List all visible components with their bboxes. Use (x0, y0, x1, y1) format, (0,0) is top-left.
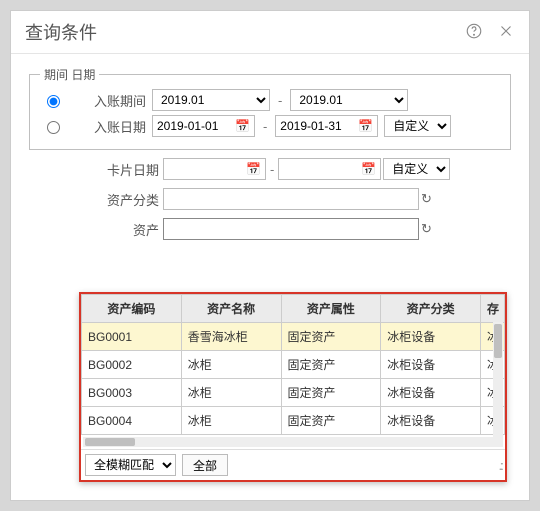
resize-handle-icon[interactable]: ..:: (499, 458, 501, 473)
asset-input[interactable] (163, 218, 419, 240)
dash-icon: - (270, 162, 274, 177)
card-date-from-field[interactable]: 📅 (163, 158, 266, 180)
cell-name: 冰柜 (181, 351, 281, 379)
period-to-select[interactable]: 2019.01 (290, 89, 408, 111)
table-row[interactable]: BG0002冰柜固定资产冰柜设备冰 (82, 351, 505, 379)
cell-code: BG0003 (82, 379, 182, 407)
asset-label: 资产 (29, 220, 159, 239)
asset-class-label: 资产分类 (29, 190, 159, 209)
calendar-icon[interactable]: 📅 (242, 162, 265, 176)
col-ext[interactable]: 存 (481, 295, 505, 323)
cell-attr: 固定资产 (281, 379, 381, 407)
cell-name: 香雪海冰柜 (181, 323, 281, 351)
card-date-from-input[interactable] (164, 159, 242, 179)
date-preset-select[interactable]: 自定义 (384, 115, 451, 137)
all-button[interactable]: 全部 (182, 454, 228, 476)
calendar-icon[interactable]: 📅 (357, 162, 380, 176)
asset-grid: 资产编码 资产名称 资产属性 资产分类 存 BG0001香雪海冰柜固定资产冰柜设… (81, 294, 505, 449)
vertical-scrollbar[interactable] (493, 322, 503, 440)
cell-code: BG0001 (82, 323, 182, 351)
date-to-field[interactable]: 📅 (275, 115, 378, 137)
table-row[interactable]: BG0004冰柜固定资产冰柜设备冰 (82, 407, 505, 435)
cell-code: BG0004 (82, 407, 182, 435)
period-from-select[interactable]: 2019.01 (152, 89, 270, 111)
col-attr[interactable]: 资产属性 (281, 295, 381, 323)
period-legend: 期间 日期 (40, 66, 99, 83)
date-range-radio[interactable] (47, 121, 60, 134)
col-name[interactable]: 资产名称 (181, 295, 281, 323)
period-range-row: 入账期间 2019.01 - 2019.01 (42, 89, 498, 111)
date-from-field[interactable]: 📅 (152, 115, 255, 137)
col-code[interactable]: 资产编码 (82, 295, 182, 323)
asset-class-row: 资产分类 ↻ (29, 188, 511, 210)
cell-code: BG0002 (82, 351, 182, 379)
col-class[interactable]: 资产分类 (381, 295, 481, 323)
date-to-input[interactable] (276, 116, 354, 136)
cell-cls: 冰柜设备 (381, 379, 481, 407)
card-date-to-input[interactable] (279, 159, 357, 179)
card-date-to-field[interactable]: 📅 (278, 158, 381, 180)
dialog-title: 查询条件 (25, 19, 97, 45)
asset-class-input[interactable] (163, 188, 419, 210)
date-range-label: 入账日期 (86, 117, 146, 136)
cell-name: 冰柜 (181, 379, 281, 407)
calendar-icon[interactable]: 📅 (231, 119, 254, 133)
horizontal-scrollbar[interactable] (83, 437, 503, 447)
dash-icon: - (278, 93, 282, 108)
lookup-icon[interactable]: ↻ (421, 221, 432, 237)
close-icon[interactable] (497, 22, 515, 43)
popup-footer: 全模糊匹配 全部 ..:: (81, 449, 505, 480)
grid-header-row: 资产编码 资产名称 资产属性 资产分类 存 (82, 295, 505, 323)
asset-lookup-popup: 资产编码 资产名称 资产属性 资产分类 存 BG0001香雪海冰柜固定资产冰柜设… (79, 292, 507, 482)
lookup-icon[interactable]: ↻ (421, 191, 432, 207)
card-date-preset-select[interactable]: 自定义 (383, 158, 450, 180)
date-from-input[interactable] (153, 116, 231, 136)
calendar-icon[interactable]: 📅 (354, 119, 377, 133)
table-row[interactable]: BG0003冰柜固定资产冰柜设备冰 (82, 379, 505, 407)
period-range-label: 入账期间 (86, 91, 146, 110)
cell-attr: 固定资产 (281, 351, 381, 379)
cell-cls: 冰柜设备 (381, 323, 481, 351)
cell-cls: 冰柜设备 (381, 407, 481, 435)
titlebar: 查询条件 (11, 11, 529, 54)
dialog-body: 期间 日期 入账期间 2019.01 - 2019.01 入账日期 📅 - 📅 (11, 54, 529, 500)
asset-row: 资产 ↻ (29, 218, 511, 240)
cell-attr: 固定资产 (281, 407, 381, 435)
period-fieldset: 期间 日期 入账期间 2019.01 - 2019.01 入账日期 📅 - 📅 (29, 74, 511, 150)
query-dialog: 查询条件 期间 日期 入账期间 2019.01 - 2019.01 入账日期 (10, 10, 530, 501)
match-mode-select[interactable]: 全模糊匹配 (85, 454, 176, 476)
card-date-label: 卡片日期 (29, 160, 159, 179)
dash-icon: - (263, 119, 267, 134)
help-icon[interactable] (465, 22, 483, 43)
cell-cls: 冰柜设备 (381, 351, 481, 379)
cell-attr: 固定资产 (281, 323, 381, 351)
table-row[interactable]: BG0001香雪海冰柜固定资产冰柜设备冰 (82, 323, 505, 351)
card-date-row: 卡片日期 📅 - 📅 自定义 (29, 158, 511, 180)
period-range-radio[interactable] (47, 95, 60, 108)
date-range-row: 入账日期 📅 - 📅 自定义 (42, 115, 498, 137)
cell-name: 冰柜 (181, 407, 281, 435)
